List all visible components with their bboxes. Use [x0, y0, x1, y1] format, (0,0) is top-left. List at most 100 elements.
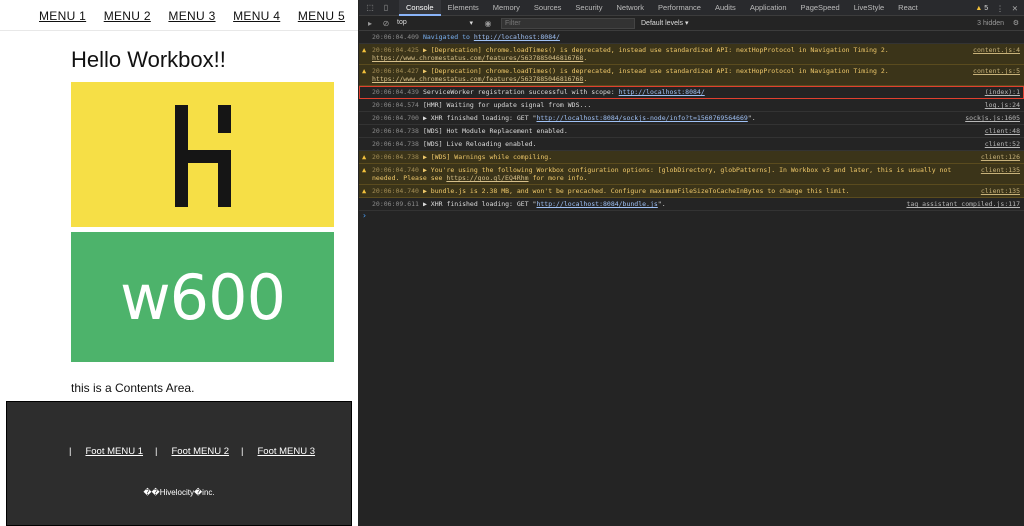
console-prompt[interactable]: › [359, 211, 1024, 221]
message-link[interactable]: https://www.chromestatus.com/features/56… [372, 54, 583, 62]
hidden-count: 3 hidden [977, 19, 1004, 27]
tab-security[interactable]: Security [568, 0, 609, 16]
message-timestamp: 20:06:04.409 [372, 33, 419, 41]
web-page: MENU 1 MENU 2 MENU 3 MENU 4 MENU 5 Hello… [0, 0, 358, 526]
console-message[interactable]: ▲ 20:06:04.425 ▶ [Deprecation] chrome.load… [359, 44, 1024, 65]
message-timestamp: 20:06:04.700 [372, 114, 419, 122]
clear-console-icon[interactable]: ⊘ [381, 19, 391, 28]
foot-menu-2-link[interactable]: Foot MENU 2 [171, 446, 229, 457]
foot-menu-3-link[interactable]: Foot MENU 3 [258, 446, 316, 457]
footer-separator: | [241, 446, 244, 457]
close-devtools-icon[interactable]: ✕ [1012, 4, 1018, 13]
console-message[interactable]: 20:06:04.574 [HMR] Waiting for update sig… [359, 99, 1024, 112]
message-source-link[interactable]: client:135 [981, 187, 1020, 195]
message-timestamp: 20:06:04.427 [372, 67, 419, 75]
message-text: [WDS] Hot Module Replacement enabled. [422, 127, 568, 135]
context-value: top [397, 19, 407, 26]
context-selector[interactable]: top ▾ [397, 19, 477, 27]
message-text-tail: ". [657, 200, 666, 208]
devtools-tabbar-right: ▲ 5 ⋮ ✕ [975, 0, 1018, 16]
console-message[interactable]: 20:06:09.611 ▶ XHR finished loading: GET … [359, 198, 1024, 211]
message-source-link[interactable]: content.js:5 [973, 67, 1020, 75]
message-link[interactable]: http://localhost:8084/sockjs-node/info?t… [536, 114, 747, 122]
console-message[interactable]: 20:06:04.409 Navigated to http://localhos… [359, 31, 1024, 44]
message-source-link[interactable]: client:135 [981, 166, 1020, 174]
tab-audits[interactable]: Audits [708, 0, 743, 16]
copyright-text: ��Hivelocity�inc. [143, 488, 215, 497]
message-link[interactable]: http://localhost:8084/ [619, 88, 705, 96]
console-message[interactable]: 20:06:04.738 [WDS] Hot Module Replacement… [359, 125, 1024, 138]
message-link[interactable]: https://goo.gl/EQ4Rhm [446, 174, 528, 182]
message-source-link[interactable]: client:52 [985, 140, 1020, 148]
device-toolbar-icon[interactable]: ▯ [381, 3, 391, 13]
console-log: 20:06:04.409 Navigated to http://localhos… [359, 31, 1024, 221]
message-text: [WDS] Live Reloading enabled. [422, 140, 537, 148]
tab-console[interactable]: Console [399, 0, 441, 16]
message-timestamp: 20:06:09.611 [372, 200, 419, 208]
hivelocity-logo-image [71, 82, 334, 227]
message-text-tail: . [583, 75, 588, 83]
contents-text: this is a Contents Area. [71, 381, 195, 395]
message-text: [HMR] Waiting for update signal from WDS… [422, 101, 592, 109]
menu-1-link[interactable]: MENU 1 [39, 9, 86, 30]
gear-icon[interactable]: ⚙ [1013, 19, 1019, 27]
message-timestamp: 20:06:04.439 [372, 88, 419, 96]
more-menu-icon[interactable]: ⋮ [996, 4, 1004, 13]
message-source-link[interactable]: client:48 [985, 127, 1020, 135]
inspect-element-icon[interactable]: ⬚ [365, 3, 375, 13]
message-timestamp: 20:06:04.425 [372, 46, 419, 54]
tab-pagespeed[interactable]: PageSpeed [794, 0, 847, 16]
message-timestamp: 20:06:04.738 [372, 127, 419, 135]
message-link[interactable]: https://www.chromestatus.com/features/56… [372, 75, 583, 83]
warning-count-badge[interactable]: ▲ 5 [975, 5, 988, 12]
foot-menu-1-link[interactable]: Foot MENU 1 [85, 446, 143, 457]
message-link[interactable]: http://localhost:8084/bundle.js [536, 200, 657, 208]
console-message[interactable]: 20:06:04.738 [WDS] Live Reloading enabled… [359, 138, 1024, 151]
filter-input[interactable]: Filter [501, 17, 635, 29]
tab-sources[interactable]: Sources [527, 0, 569, 16]
message-source-link[interactable]: client:126 [981, 153, 1020, 161]
tab-livestyle[interactable]: LiveStyle [847, 0, 891, 16]
message-source-link[interactable]: (index):1 [985, 88, 1020, 96]
menu-5-link[interactable]: MENU 5 [298, 9, 345, 30]
warning-triangle-icon: ▲ [362, 187, 367, 195]
show-sidebar-icon[interactable]: ▸ [365, 19, 375, 28]
chevron-down-icon: ▾ [469, 20, 473, 27]
message-source-link[interactable]: content.js:4 [973, 46, 1020, 54]
tab-memory[interactable]: Memory [486, 0, 527, 16]
devtools-tabbar: ⬚ ▯ Console Elements Memory Sources Secu… [359, 0, 1024, 16]
tab-react[interactable]: React [891, 0, 925, 16]
console-message[interactable]: ▲ 20:06:04.427 ▶ [Deprecation] chrome.load… [359, 65, 1024, 86]
tab-application[interactable]: Application [743, 0, 794, 16]
message-text: ▶ XHR finished loading: GET " [422, 200, 537, 208]
live-expression-eye-icon[interactable]: ◉ [483, 19, 493, 28]
tab-elements[interactable]: Elements [441, 0, 486, 16]
message-source-link[interactable]: sockjs.js:1605 [965, 114, 1020, 122]
tab-network[interactable]: Network [610, 0, 652, 16]
menu-2-link[interactable]: MENU 2 [104, 9, 151, 30]
menu-4-link[interactable]: MENU 4 [233, 9, 280, 30]
footer-separator: | [155, 446, 158, 457]
console-message[interactable]: 20:06:04.700 ▶ XHR finished loading: GET … [359, 112, 1024, 125]
footer-separator: | [69, 446, 72, 457]
message-source-link[interactable]: log.js:24 [985, 101, 1020, 109]
warning-triangle-icon: ▲ [362, 67, 367, 75]
message-text: ServiceWorker registration successful wi… [422, 88, 619, 96]
message-text-tail: ". [747, 114, 756, 122]
message-text: Navigated to [422, 33, 474, 41]
message-source-link[interactable]: tag_assistant_compiled.js:117 [907, 200, 1021, 208]
console-message[interactable]: ▲ 20:06:04.738 ▶ [WDS] Warnings while comp… [359, 151, 1024, 164]
tab-performance[interactable]: Performance [651, 0, 708, 16]
warning-triangle-icon: ▲ [362, 46, 367, 54]
message-text: ▶ [Deprecation] chrome.loadTimes() is de… [422, 46, 889, 54]
log-levels-dropdown[interactable]: Default levels ▾ [641, 19, 688, 27]
menu-3-link[interactable]: MENU 3 [168, 9, 215, 30]
warning-triangle-icon: ▲ [362, 166, 367, 174]
console-message[interactable]: ▲ 20:06:04.740 ▶ You're using the followin… [359, 164, 1024, 185]
message-timestamp: 20:06:04.740 [372, 166, 419, 174]
console-message[interactable]: ▲ 20:06:04.740 ▶ bundle.js is 2.38 MB, and… [359, 185, 1024, 198]
message-link[interactable]: http://localhost:8084/ [474, 33, 560, 41]
message-text-tail: for more info. [528, 174, 588, 182]
console-message[interactable]: 20:06:04.439 ServiceWorker registration s… [359, 86, 1024, 99]
message-timestamp: 20:06:04.738 [372, 153, 419, 161]
